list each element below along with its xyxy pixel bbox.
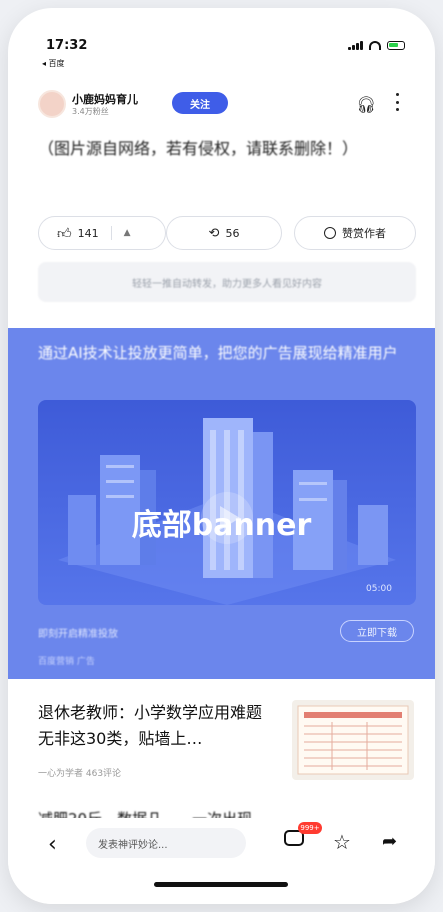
share-tip: 轻轻一推自动转发，助力更多人看见好内容 <box>38 262 416 302</box>
phone-screen: 17:32 ◂ 百度 小鹿妈妈育儿 3.4万粉丝 关注 🎧︎ （图片源自网络，若… <box>8 8 435 904</box>
follow-button[interactable]: 关注 <box>172 92 228 114</box>
article-paragraph: （图片源自网络，若有侵权，请联系删除！） <box>38 139 359 158</box>
thumbs-up-icon: 👍︎ <box>57 225 72 242</box>
ad-headline[interactable]: 通过AI技术让投放更简单，把您的广告展现给精准用户 <box>38 342 418 365</box>
back-chevron-icon[interactable]: ‹ <box>48 832 57 857</box>
wifi-icon <box>368 40 381 50</box>
ad-source: 即刻开启精准投放 <box>38 629 118 640</box>
recommend-title[interactable]: 退休老教师：小学数学应用难题无非这30类，贴墙上… <box>38 700 274 752</box>
back-to-app[interactable]: ◂ 百度 <box>42 58 65 69</box>
headphones-icon[interactable]: 🎧︎ <box>356 95 376 114</box>
comment-input[interactable]: 发表神评妙论... <box>86 828 246 858</box>
home-indicator[interactable] <box>154 882 288 887</box>
battery-icon <box>386 40 405 50</box>
more-icon[interactable] <box>396 93 400 111</box>
avatar[interactable] <box>38 90 66 118</box>
share-icon[interactable]: ➦ <box>382 831 397 852</box>
author-fans: 3.4万粉丝 <box>72 107 109 116</box>
ad-tag: 百度营销 广告 <box>38 657 95 667</box>
status-icons <box>348 40 405 50</box>
repost-icon: ⟲ <box>208 225 220 241</box>
repost-count: 56 <box>225 226 240 240</box>
repost-button[interactable]: ⟲ 56 <box>166 216 282 250</box>
banner-label: 底部banner <box>131 508 312 543</box>
like-button[interactable]: 👍︎ 141 ▲ <box>38 216 166 250</box>
star-icon[interactable]: ☆ <box>333 830 351 854</box>
recommend-meta: 一心为学者 463评论 <box>38 769 122 779</box>
ad-download-button[interactable]: 立即下载 <box>340 620 414 642</box>
like-count: 141 <box>77 226 99 240</box>
worksheet-image <box>297 705 409 775</box>
reward-label: 赞赏作者 <box>342 227 386 240</box>
status-time: 17:32 <box>46 38 88 53</box>
author-name[interactable]: 小鹿妈妈育儿 <box>72 91 138 107</box>
reward-button[interactable]: 赞赏作者 <box>294 216 416 250</box>
reward-icon <box>324 227 336 239</box>
video-duration: 05:00 <box>366 584 392 594</box>
recommend-thumbnail[interactable] <box>292 700 414 780</box>
signal-icon <box>348 40 363 50</box>
divider <box>110 226 112 240</box>
dislike-icon[interactable]: ▲ <box>124 228 131 238</box>
comment-count-badge: 999+ <box>298 822 322 834</box>
